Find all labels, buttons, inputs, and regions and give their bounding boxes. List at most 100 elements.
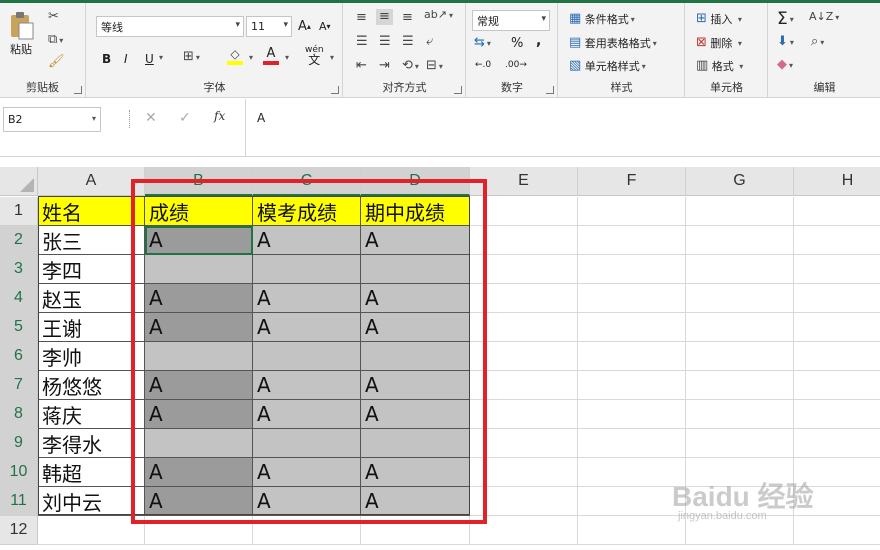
cell-h6[interactable] bbox=[794, 342, 880, 371]
cell-f6[interactable] bbox=[578, 342, 686, 371]
cell-c8[interactable]: A bbox=[253, 400, 361, 429]
cell-a3[interactable]: 李四 bbox=[38, 255, 145, 284]
cell-b5[interactable]: A bbox=[145, 313, 253, 342]
cell-d2[interactable]: A bbox=[361, 226, 470, 255]
select-all-button[interactable] bbox=[0, 167, 38, 196]
cell-b6[interactable] bbox=[145, 342, 253, 371]
enter-icon[interactable]: ✓ bbox=[179, 110, 191, 126]
cell-g2[interactable] bbox=[686, 226, 794, 255]
cell-e7[interactable] bbox=[470, 371, 578, 400]
cell-d11[interactable]: A bbox=[361, 487, 470, 516]
cell-c5[interactable]: A bbox=[253, 313, 361, 342]
font-color-icon[interactable]: A bbox=[263, 47, 279, 65]
fill-color-dropdown[interactable]: ▾ bbox=[247, 53, 253, 62]
cell-a10[interactable]: 韩超 bbox=[38, 458, 145, 487]
cell-h9[interactable] bbox=[794, 429, 880, 458]
cell-f11[interactable] bbox=[578, 487, 686, 516]
format-as-table-button[interactable]: ▤ 套用表格格式 ▾ bbox=[569, 35, 657, 51]
cell-a7[interactable]: 杨悠悠 bbox=[38, 371, 145, 400]
row-header-8[interactable]: 8 bbox=[0, 400, 38, 429]
cell-e1[interactable] bbox=[470, 197, 578, 226]
clear-icon[interactable]: ◆ ▾ bbox=[777, 58, 793, 72]
cell-d9[interactable] bbox=[361, 429, 470, 458]
cell-c3[interactable] bbox=[253, 255, 361, 284]
cut-icon[interactable]: ✂ bbox=[48, 10, 59, 24]
cell-d12[interactable] bbox=[361, 516, 470, 545]
cell-e3[interactable] bbox=[470, 255, 578, 284]
cell-a4[interactable]: 赵玉 bbox=[38, 284, 145, 313]
underline-dropdown[interactable]: ▾ bbox=[157, 53, 163, 62]
row-header-12[interactable]: 12 bbox=[0, 516, 38, 545]
increase-font-icon[interactable]: A ▴ bbox=[298, 19, 311, 34]
row-header-4[interactable]: 4 bbox=[0, 284, 38, 313]
cell-f9[interactable] bbox=[578, 429, 686, 458]
align-right-icon[interactable]: ☰ bbox=[402, 35, 414, 49]
cell-a11[interactable]: 刘中云 bbox=[38, 487, 145, 516]
cell-b8[interactable]: A bbox=[145, 400, 253, 429]
cell-d10[interactable]: A bbox=[361, 458, 470, 487]
format-button[interactable]: ▥ 格式 ▾ bbox=[696, 58, 743, 74]
underline-button[interactable]: U bbox=[145, 52, 154, 66]
cell-f5[interactable] bbox=[578, 313, 686, 342]
cell-g5[interactable] bbox=[686, 313, 794, 342]
cell-b10[interactable]: A bbox=[145, 458, 253, 487]
cell-g7[interactable] bbox=[686, 371, 794, 400]
worksheet-grid[interactable]: ABCDEFGH 1 2 3 4 5 6 7 8 9 10 11 12 姓名 成绩 模考成绩 期中成绩 张三 A… bbox=[0, 167, 880, 550]
cell-a9[interactable]: 李得水 bbox=[38, 429, 145, 458]
cell-d3[interactable] bbox=[361, 255, 470, 284]
wrap-text-icon[interactable]: ⤶ bbox=[426, 35, 433, 49]
italic-button[interactable]: I bbox=[124, 52, 128, 66]
row-header-5[interactable]: 5 bbox=[0, 313, 38, 342]
cell-d6[interactable] bbox=[361, 342, 470, 371]
cell-g6[interactable] bbox=[686, 342, 794, 371]
cell-f12[interactable] bbox=[578, 516, 686, 545]
cell-g4[interactable] bbox=[686, 284, 794, 313]
row-header-10[interactable]: 10 bbox=[0, 458, 38, 487]
cell-f4[interactable] bbox=[578, 284, 686, 313]
cell-h2[interactable] bbox=[794, 226, 880, 255]
font-launcher-icon[interactable] bbox=[331, 86, 339, 94]
delete-button[interactable]: ⊠ 删除 ▾ bbox=[696, 35, 742, 51]
cell-e8[interactable] bbox=[470, 400, 578, 429]
cell-c1[interactable]: 模考成绩 bbox=[253, 197, 361, 226]
row-header-2[interactable]: 2 bbox=[0, 226, 38, 255]
cell-b9[interactable] bbox=[145, 429, 253, 458]
cell-a1[interactable]: 姓名 bbox=[38, 197, 145, 226]
cell-f8[interactable] bbox=[578, 400, 686, 429]
increase-decimal-icon[interactable]: ←.0 bbox=[475, 60, 491, 70]
decrease-indent-icon[interactable]: ⇤ bbox=[356, 59, 367, 73]
orientation-icon[interactable]: ab↗ ▾ bbox=[424, 8, 453, 22]
format-painter-icon[interactable]: 🖌 bbox=[48, 55, 65, 69]
accounting-icon[interactable]: ⇆ ▾ bbox=[474, 36, 491, 50]
cell-e2[interactable] bbox=[470, 226, 578, 255]
number-format-select[interactable]: 常规 ▾ bbox=[472, 10, 550, 31]
column-header-g[interactable]: G bbox=[686, 167, 794, 196]
row-header-7[interactable]: 7 bbox=[0, 371, 38, 400]
insert-function-button[interactable]: fx bbox=[214, 109, 225, 123]
cell-e11[interactable] bbox=[470, 487, 578, 516]
borders-icon[interactable]: ⊞ ▾ bbox=[183, 50, 200, 64]
phonetic-dropdown[interactable]: ▾ bbox=[328, 53, 334, 62]
cell-g8[interactable] bbox=[686, 400, 794, 429]
cell-c12[interactable] bbox=[253, 516, 361, 545]
row-header-9[interactable]: 9 bbox=[0, 429, 38, 458]
align-middle-icon[interactable]: ≡ bbox=[376, 9, 393, 25]
align-center-icon[interactable]: ☰ bbox=[379, 35, 391, 49]
autosum-icon[interactable]: Σ ▾ bbox=[777, 9, 794, 29]
cell-d5[interactable]: A bbox=[361, 313, 470, 342]
font-name-select[interactable]: 等线 ▾ bbox=[96, 16, 244, 37]
comma-button[interactable]: , bbox=[536, 33, 541, 49]
sort-filter-icon[interactable]: A↓Z ▾ bbox=[809, 10, 839, 24]
cell-b2[interactable]: A bbox=[145, 226, 253, 255]
row-header-1[interactable]: 1 bbox=[0, 197, 38, 226]
cell-h7[interactable] bbox=[794, 371, 880, 400]
font-color-dropdown[interactable]: ▾ bbox=[283, 53, 289, 62]
column-header-c[interactable]: C bbox=[253, 167, 361, 196]
orient-icon[interactable]: ⟲ ▾ bbox=[402, 59, 419, 73]
cell-h5[interactable] bbox=[794, 313, 880, 342]
align-top-icon[interactable]: ≡ bbox=[356, 11, 367, 25]
cell-e10[interactable] bbox=[470, 458, 578, 487]
cell-f1[interactable] bbox=[578, 197, 686, 226]
number-launcher-icon[interactable] bbox=[546, 86, 554, 94]
cell-e5[interactable] bbox=[470, 313, 578, 342]
